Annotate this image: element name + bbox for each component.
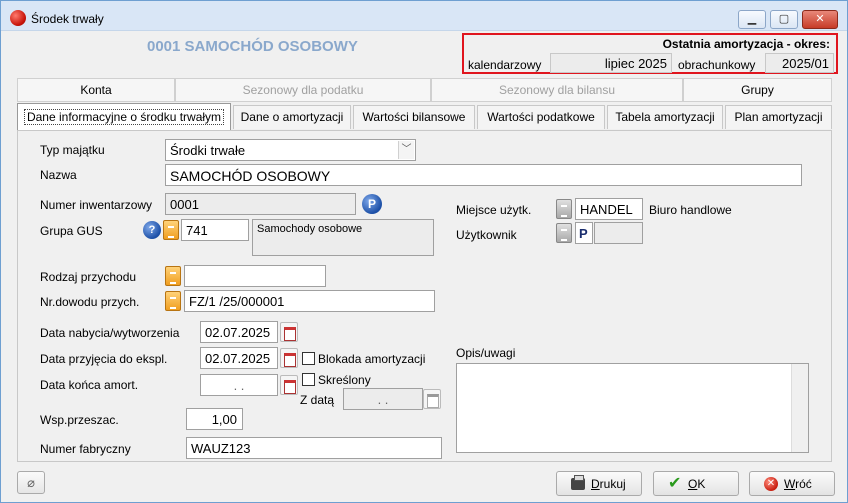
close-button[interactable]: ✕ [802,10,838,29]
acquisition-date-label: Data nabycia/wytworzenia [40,326,180,340]
receipt-doc-input[interactable]: FZ/1 /25/000001 [184,290,435,312]
serial-number-input[interactable]: WAUZ123 [186,437,442,459]
asset-info-panel: Typ majątku Środki trwałe ﹀ Nazwa SAMOCH… [17,130,832,462]
calendar-period-label: kalendarzowy [468,58,542,72]
print-button[interactable]: Drukuj [556,471,642,496]
location-list-icon[interactable] [556,199,572,219]
tab-seasonal-balance: Sezonowy dla bilansu [431,78,683,102]
commissioning-date-label: Data przyjęcia do ekspl. [40,352,168,366]
window-title: Środek trwały [31,12,104,26]
calendar-icon[interactable] [280,348,298,368]
receipt-doc-list-icon[interactable] [165,291,181,311]
printer-icon [571,475,585,490]
bottom-bar: ⌀ Drukuj ✔ OK ✕ Wróć [1,468,847,502]
income-type-input[interactable] [184,265,326,287]
last-amortization-box: Ostatnia amortyzacja - okres: kalendarzo… [462,33,838,74]
calendar-icon[interactable] [280,322,298,342]
cancel-icon: ✕ [764,477,778,491]
calendar-period-value: lipiec 2025 [550,53,672,73]
tab-tax-values[interactable]: Wartości podatkowe [477,105,605,129]
back-button-label: Wróć [784,477,812,491]
back-button[interactable]: ✕ Wróć [749,471,835,496]
ok-button[interactable]: ✔ OK [653,471,739,496]
acquisition-date-input[interactable]: 02.07.2025 [200,321,278,343]
tab-amortization-data[interactable]: Dane o amortyzacji [233,105,351,129]
name-label: Nazwa [40,168,77,182]
tab-seasonal-tax: Sezonowy dla podatku [175,78,431,102]
window-content: 0001 SAMOCHÓD OSOBOWY Ostatnia amortyzac… [1,32,847,502]
receipt-doc-label: Nr.dowodu przych. [40,295,140,309]
tab-grupy[interactable]: Grupy [683,78,832,102]
removed-date-label: Z datą [300,393,335,407]
tab-balance-values[interactable]: Wartości bilansowe [353,105,475,129]
inventory-lookup-icon[interactable]: P [362,194,382,214]
amort-end-date-label: Data końca amort. [40,378,139,392]
removed-checkbox[interactable] [302,373,315,386]
tab-amortization-table[interactable]: Tabela amortyzacji [607,105,723,129]
calendar-icon[interactable] [280,375,298,395]
gus-group-list-icon[interactable] [163,220,179,240]
user-list-icon[interactable] [556,223,572,243]
tab-konta[interactable]: Konta [17,78,175,102]
chevron-down-icon[interactable]: ﹀ [398,141,414,159]
notes-textarea[interactable] [456,363,809,453]
checkmark-icon: ✔ [668,475,682,492]
paperclip-icon[interactable]: ⌀ [17,471,45,494]
revaluation-input[interactable]: 1,00 [186,408,243,430]
amort-end-date-input[interactable]: . . [200,374,278,396]
last-amortization-heading: Ostatnia amortyzacja - okres: [662,37,830,51]
revaluation-label: Wsp.przeszac. [40,413,119,427]
upper-tab-row: Konta Sezonowy dla podatku Sezonowy dla … [17,78,832,102]
asset-type-label: Typ majątku [40,143,105,157]
location-label: Miejsce użytk. [456,203,532,217]
gus-group-code-input[interactable]: 741 [181,219,249,241]
inventory-number-label: Numer inwentarzowy [40,198,153,212]
removed-date-input: . . [343,388,423,410]
accounting-period-value: 2025/01 [765,53,834,73]
minimize-button[interactable]: ▁ [738,10,766,29]
ok-button-label: OK [688,477,706,491]
serial-number-label: Numer fabryczny [40,442,131,456]
income-type-list-icon[interactable] [165,266,181,286]
name-input[interactable]: SAMOCHÓD OSOBOWY [165,164,802,186]
user-code-input[interactable]: P [575,222,593,244]
gus-group-label: Grupa GUS [40,224,103,238]
amort-block-checkbox[interactable] [302,352,315,365]
location-code-input[interactable]: HANDEL [575,198,643,220]
help-icon[interactable]: ? [143,221,161,239]
gus-group-description: Samochody osobowe [252,219,434,256]
location-description: Biuro handlowe [649,203,732,217]
removed-label: Skreślony [318,373,371,387]
amort-block-label: Blokada amortyzacji [318,352,426,366]
title-bar: Środek trwały ▁ ▢ ✕ [1,1,847,31]
tab-asset-info[interactable]: Dane informacyjne o środku trwałym [17,103,231,130]
notes-scrollbar[interactable] [791,364,808,452]
calendar-icon [423,389,441,409]
user-name-field [594,222,643,244]
asset-title: 0001 SAMOCHÓD OSOBOWY [147,38,358,55]
inventory-number-input[interactable]: 0001 [165,193,356,215]
commissioning-date-input[interactable]: 02.07.2025 [200,347,278,369]
lower-tab-row: Dane informacyjne o środku trwałym Dane … [17,103,832,130]
user-label: Użytkownik [456,228,517,242]
asset-type-select[interactable]: Środki trwałe ﹀ [165,139,416,161]
app-icon [10,10,26,26]
income-type-label: Rodzaj przychodu [40,270,137,284]
accounting-period-label: obrachunkowy [678,58,756,72]
maximize-button[interactable]: ▢ [770,10,798,29]
asset-window: Środek trwały ▁ ▢ ✕ 0001 SAMOCHÓD OSOBOW… [0,0,848,503]
print-button-label: Drukuj [591,477,626,491]
notes-label: Opis/uwagi [456,346,516,360]
tab-amortization-plan[interactable]: Plan amortyzacji [725,105,832,129]
